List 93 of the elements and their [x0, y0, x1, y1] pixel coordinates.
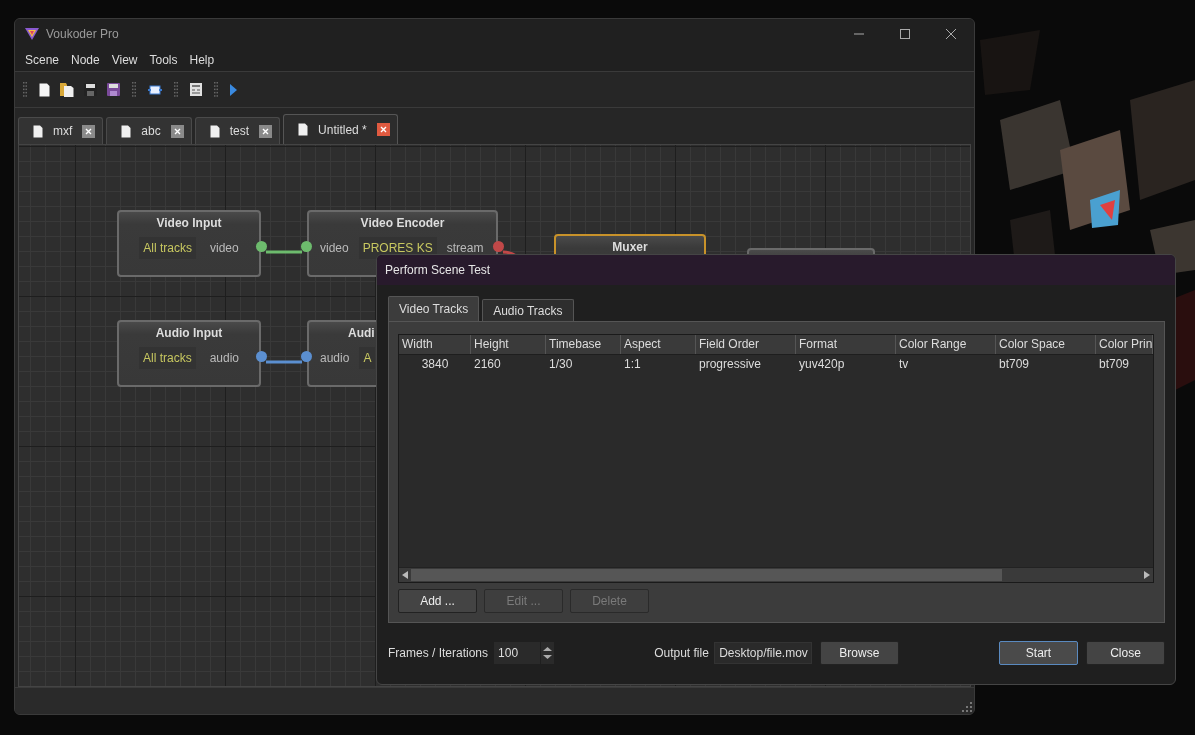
output-file-label: Output file: [654, 646, 709, 660]
scroll-right-icon[interactable]: [1144, 571, 1150, 579]
port-label: stream: [446, 241, 484, 255]
node-field[interactable]: A: [359, 347, 376, 369]
port-label: video: [320, 241, 349, 255]
save-icon[interactable]: [84, 83, 97, 96]
tab-label: mxf: [53, 124, 73, 138]
connection-wire: [266, 360, 302, 364]
port-label: video: [210, 241, 239, 255]
frames-label: Frames / Iterations: [388, 646, 489, 660]
tab-label: Untitled *: [318, 122, 367, 137]
column-header[interactable]: Height: [471, 335, 546, 354]
output-file-field[interactable]: Desktop/file.mov: [713, 642, 812, 664]
grip-icon: [132, 81, 136, 98]
file-icon: [121, 124, 132, 138]
menu-item[interactable]: View: [105, 51, 144, 69]
column-header[interactable]: Aspect: [621, 335, 696, 354]
file-icon: [209, 124, 220, 138]
logo-icon: [25, 27, 39, 41]
column-header[interactable]: Format: [796, 335, 896, 354]
column-header[interactable]: Field Order: [696, 335, 796, 354]
port-dot[interactable]: [301, 351, 312, 362]
window-title: Voukoder Pro: [46, 27, 119, 41]
table-cell-text: 2160: [473, 356, 502, 373]
grip-icon: [214, 81, 218, 98]
scroll-left-icon[interactable]: [402, 571, 408, 579]
close-icon[interactable]: [376, 123, 390, 136]
menu-item[interactable]: Help: [183, 51, 221, 69]
table-cell-text: bt709: [1098, 356, 1131, 373]
spin-arrows-icon[interactable]: [541, 642, 555, 664]
table-cell-text: tv: [898, 356, 910, 373]
table-action-button[interactable]: Add ...: [398, 589, 477, 613]
node-card[interactable]: Audio Input All tracks audio: [117, 320, 261, 387]
save-as-icon[interactable]: [107, 83, 120, 96]
close-icon[interactable]: [170, 124, 184, 138]
node-field[interactable]: All tracks: [138, 347, 196, 369]
document-tab[interactable]: test: [194, 117, 281, 144]
size-grip-icon[interactable]: [962, 702, 972, 712]
tracks-tab[interactable]: Audio Tracks: [482, 299, 574, 321]
document-tab[interactable]: abc: [106, 117, 192, 144]
node-title: Video Encoder: [360, 216, 445, 230]
frames-field[interactable]: 100: [494, 642, 541, 664]
document-tab[interactable]: mxf: [18, 117, 104, 144]
port-label: audio: [209, 351, 240, 365]
file-icon: [298, 123, 309, 136]
close-icon[interactable]: [259, 124, 273, 138]
column-header[interactable]: Color Range: [896, 335, 996, 354]
column-header[interactable]: Color Space: [996, 335, 1096, 354]
table-cell-text: yuv420p: [798, 356, 846, 373]
document-icon[interactable]: [190, 83, 202, 96]
node-card[interactable]: Video Input All tracks video: [117, 210, 261, 277]
table-cell-text: bt709: [998, 356, 1031, 373]
node-title: Audio Input: [155, 326, 223, 340]
file-icon: [33, 124, 43, 138]
port-dot[interactable]: [301, 241, 312, 252]
tracks-tab[interactable]: Video Tracks: [388, 296, 480, 321]
column-header[interactable]: Timebase: [546, 335, 621, 354]
node-title: Video Input: [156, 216, 222, 230]
play-icon[interactable]: [230, 83, 237, 96]
port-dot[interactable]: [256, 241, 267, 252]
column-header[interactable]: Color Prin: [1096, 335, 1153, 354]
open-folder-icon[interactable]: [60, 82, 74, 97]
browse-button[interactable]: Browse: [819, 641, 899, 665]
table-cell-text: progressive: [698, 356, 763, 373]
maximize-icon[interactable]: [900, 29, 910, 39]
horizontal-scrollbar[interactable]: [399, 567, 1153, 582]
close-icon[interactable]: [946, 29, 956, 39]
menu-item[interactable]: Node: [65, 51, 106, 69]
column-header[interactable]: Width: [399, 335, 471, 354]
node-field[interactable]: All tracks: [139, 237, 196, 259]
document-tab[interactable]: Untitled *: [283, 114, 398, 144]
dialog-button[interactable]: Start: [999, 641, 1078, 665]
table-cell-text: 1:1: [623, 356, 642, 373]
port-label: audio: [320, 351, 350, 365]
port-dot[interactable]: [256, 351, 267, 362]
node-title: Muxer: [612, 240, 648, 254]
tab-label: abc: [141, 124, 161, 138]
connection-wire: [266, 250, 302, 254]
port-dot[interactable]: [493, 241, 504, 252]
table-cell-text: 1/30: [548, 356, 574, 373]
dialog-title: Perform Scene Test: [385, 263, 491, 277]
node-title: Audi: [348, 326, 375, 340]
menu-item[interactable]: Scene: [19, 51, 66, 69]
close-icon[interactable]: [82, 124, 96, 138]
menu-item[interactable]: Tools: [143, 51, 184, 69]
scrollbar-thumb[interactable]: [411, 569, 1003, 581]
grip-icon: [174, 81, 178, 98]
new-file-icon[interactable]: [39, 82, 50, 97]
node-icon[interactable]: [148, 83, 162, 96]
grip-icon: [23, 81, 27, 98]
dialog-button[interactable]: Close: [1086, 641, 1165, 665]
table-cell-text: 3840: [420, 356, 450, 373]
tab-label: test: [229, 124, 250, 138]
